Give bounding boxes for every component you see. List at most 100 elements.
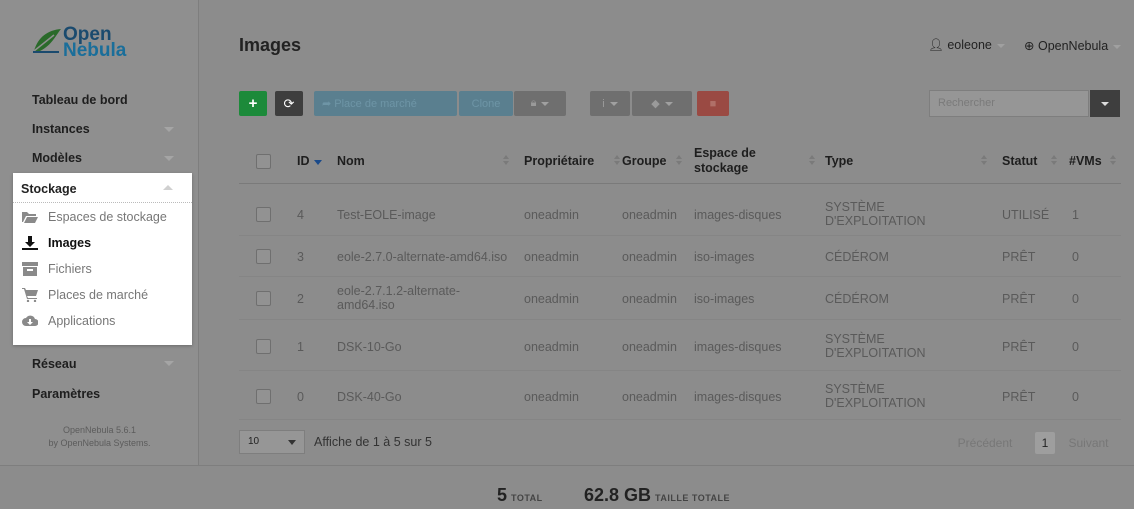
- search-input[interactable]: Rechercher: [929, 90, 1089, 117]
- chevron-down-icon: [664, 101, 673, 106]
- sidebar-item-marketplaces[interactable]: Places de marché: [22, 286, 192, 306]
- tag-icon: ◆: [651, 98, 660, 110]
- clone-button[interactable]: Clone: [459, 91, 513, 116]
- globe-icon: ⊕: [1024, 39, 1035, 53]
- chevron-down-icon: [541, 101, 550, 106]
- row-checkbox[interactable]: [256, 339, 271, 354]
- user-menu[interactable]: 👤︎ eoleone: [928, 38, 1005, 53]
- folder-open-icon: [22, 212, 38, 223]
- next-page-button[interactable]: Suivant: [1066, 432, 1111, 454]
- total-count: 5 TOTAL: [497, 485, 543, 506]
- sidebar-item-images[interactable]: Images: [22, 234, 192, 254]
- cell-owner: oneadmin: [524, 340, 579, 354]
- column-datastore[interactable]: Espace de stockage: [694, 138, 784, 184]
- sort-icon: [614, 155, 620, 167]
- sort-icon: [503, 155, 509, 167]
- column-vms[interactable]: #VMs: [1069, 138, 1102, 184]
- info-button[interactable]: i: [590, 91, 630, 116]
- column-id[interactable]: ID: [297, 138, 310, 184]
- chevron-down-icon: [1113, 44, 1122, 49]
- sidebar-item-apps[interactable]: Applications: [22, 312, 192, 332]
- table-row[interactable]: 3 eole-2.7.0-alternate-amd64.iso oneadmi…: [239, 237, 1121, 277]
- delete-button[interactable]: ■: [697, 91, 729, 116]
- column-type[interactable]: Type: [825, 138, 853, 184]
- page-size-value: 10: [248, 436, 260, 447]
- sidebar-item-instances[interactable]: Instances: [32, 122, 90, 136]
- cell-name: Test-EOLE-image: [337, 208, 436, 222]
- column-label: Nom: [337, 153, 365, 168]
- sidebar-item-settings[interactable]: Paramètres: [32, 387, 100, 401]
- table-row[interactable]: 0 DSK-40-Go oneadmin oneadmin images-dis…: [239, 372, 1121, 420]
- sort-icon: [809, 155, 815, 167]
- cell-id: 2: [297, 292, 304, 306]
- cell-owner: oneadmin: [524, 208, 579, 222]
- column-label: Statut: [1002, 153, 1038, 168]
- column-status[interactable]: Statut: [1002, 138, 1037, 184]
- table-row[interactable]: 1 DSK-10-Go oneadmin oneadmin images-dis…: [239, 321, 1121, 371]
- cart-icon: [22, 288, 38, 302]
- sidebar-item-label: Fichiers: [48, 262, 92, 276]
- table-row[interactable]: 2 eole-2.7.1.2-alternate-amd64.iso onead…: [239, 278, 1121, 320]
- download-icon: [22, 236, 38, 250]
- search-options-button[interactable]: [1090, 90, 1120, 117]
- previous-page-button[interactable]: Précédent: [958, 432, 1013, 454]
- version-info: OpenNebula 5.6.1 by OpenNebula Systems.: [0, 424, 199, 450]
- cell-group: oneadmin: [622, 390, 677, 404]
- row-checkbox[interactable]: [256, 249, 271, 264]
- cell-status: PRÊT: [1002, 250, 1036, 264]
- archive-icon: [22, 262, 38, 276]
- total-count-value: 5: [497, 485, 508, 505]
- divider: [0, 465, 1134, 466]
- column-owner[interactable]: Propriétaire: [524, 138, 594, 184]
- create-button[interactable]: +: [239, 91, 267, 116]
- cell-name: DSK-40-Go: [337, 390, 402, 404]
- chevron-down-icon: [996, 43, 1005, 48]
- user-name: eoleone: [947, 38, 992, 52]
- column-name[interactable]: Nom: [337, 138, 365, 184]
- sidebar-item-datastores[interactable]: Espaces de stockage: [22, 208, 192, 228]
- cell-vms: 1: [1072, 208, 1079, 222]
- info-icon: i: [602, 97, 605, 110]
- select-all-checkbox[interactable]: [256, 154, 271, 169]
- cell-vms: 0: [1072, 390, 1079, 404]
- column-label: ID: [297, 153, 310, 168]
- total-size-value: 62.8 GB: [584, 485, 652, 505]
- cell-type: SYSTÈME D'EXPLOITATION: [825, 200, 926, 228]
- chevron-down-icon: [1101, 101, 1109, 106]
- sort-desc-icon: [314, 160, 322, 165]
- sort-icon: [1051, 155, 1057, 167]
- cell-id: 0: [297, 390, 304, 404]
- cell-id: 1: [297, 340, 304, 354]
- page-size-select[interactable]: 10: [239, 430, 305, 454]
- total-size-label: TAILLE TOTALE: [655, 493, 731, 503]
- sidebar-item-storage[interactable]: Stockage: [13, 173, 192, 203]
- cell-id: 3: [297, 250, 304, 264]
- column-group[interactable]: Groupe: [622, 138, 666, 184]
- sidebar-item-files[interactable]: Fichiers: [22, 260, 192, 280]
- row-checkbox[interactable]: [256, 389, 271, 404]
- refresh-button[interactable]: ⟳: [275, 91, 303, 116]
- total-count-label: TOTAL: [511, 493, 543, 503]
- cell-status: PRÊT: [1002, 292, 1036, 306]
- cell-datastore: images-disques: [694, 208, 782, 222]
- version-text: OpenNebula 5.6.1: [62, 425, 137, 435]
- logo-text: Open Nebula: [63, 25, 126, 60]
- opennebula-logo[interactable]: Open Nebula: [32, 23, 142, 63]
- sidebar-item-dashboard[interactable]: Tableau de bord: [32, 93, 128, 107]
- row-checkbox[interactable]: [256, 291, 271, 306]
- page-1-button[interactable]: 1: [1035, 432, 1055, 454]
- table-row[interactable]: 4 Test-EOLE-image oneadmin oneadmin imag…: [239, 194, 1121, 236]
- labels-button[interactable]: ◆: [632, 91, 692, 116]
- sidebar-item-templates[interactable]: Modèles: [32, 151, 82, 165]
- sidebar-item-label: Places de marché: [48, 288, 149, 302]
- row-checkbox[interactable]: [256, 207, 271, 222]
- sort-icon: [676, 155, 682, 167]
- lock-button[interactable]: 🔒︎: [514, 91, 566, 116]
- marketplace-button[interactable]: ➦ Place de marché: [314, 91, 457, 116]
- refresh-icon: ⟳: [283, 95, 295, 111]
- column-label: Espace de stockage: [694, 146, 756, 175]
- cell-datastore: iso-images: [694, 250, 755, 264]
- sidebar-item-network[interactable]: Réseau: [32, 357, 76, 371]
- zone-menu[interactable]: ⊕ OpenNebula: [1024, 38, 1122, 53]
- cell-group: oneadmin: [622, 292, 677, 306]
